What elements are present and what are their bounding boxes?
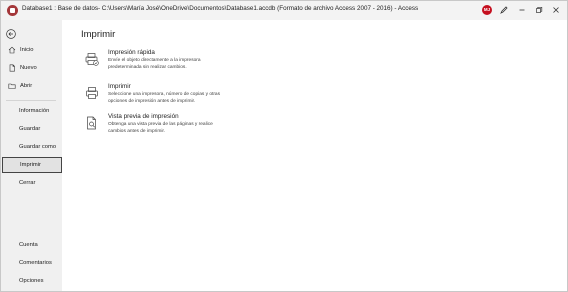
window-title: Database1 : Base de datos- C:\Users\Marí…: [22, 5, 419, 12]
page-title: Imprimir: [81, 29, 116, 40]
option-description: Seleccione una impresora, número de copi…: [108, 92, 220, 104]
option-title: Imprimir: [108, 83, 131, 90]
quick-print-option[interactable]: Impresión rápida Envíe el objeto directa…: [85, 49, 265, 75]
sidebar-item-label: Cerrar: [19, 180, 36, 186]
title-bar: Database1 : Base de datos- C:\Users\Marí…: [1, 1, 567, 20]
sidebar-item-informacion[interactable]: Información: [1, 103, 62, 119]
folder-icon: [7, 82, 16, 91]
restore-button[interactable]: [533, 4, 545, 16]
sidebar-item-guardar[interactable]: Guardar: [1, 121, 62, 137]
sidebar-item-label: Imprimir: [20, 162, 41, 168]
sidebar-divider: [6, 100, 56, 101]
sidebar-item-imprimir[interactable]: Imprimir: [2, 157, 62, 173]
print-preview-option[interactable]: Vista previa de impresión Obtenga una vi…: [85, 113, 265, 139]
home-icon: [7, 46, 16, 55]
option-title: Vista previa de impresión: [108, 113, 179, 120]
sidebar-item-label: Cuenta: [19, 242, 38, 248]
close-button[interactable]: [550, 4, 562, 16]
new-document-icon: [7, 64, 16, 73]
option-title: Impresión rápida: [108, 49, 155, 56]
sidebar-item-label: Guardar: [19, 126, 41, 132]
user-avatar[interactable]: MJ: [482, 5, 492, 15]
sidebar-item-cuenta[interactable]: Cuenta: [1, 237, 62, 253]
sidebar-item-comentarios[interactable]: Comentarios: [1, 255, 62, 271]
sidebar-item-guardar-como[interactable]: Guardar como: [1, 139, 62, 155]
sidebar-item-label: Nuevo: [20, 65, 37, 71]
printer-icon: [85, 86, 99, 100]
access-backstage-window: Database1 : Base de datos- C:\Users\Marí…: [0, 0, 568, 292]
sidebar-item-abrir[interactable]: Abrir: [1, 78, 62, 94]
quick-print-icon: [85, 52, 99, 66]
option-description: Envíe el objeto directamente a la impres…: [108, 58, 201, 70]
sidebar-item-nuevo[interactable]: Nuevo: [1, 60, 62, 76]
sidebar-item-inicio[interactable]: Inicio: [1, 42, 62, 58]
pen-icon[interactable]: [498, 4, 510, 16]
print-preview-icon: [85, 116, 99, 130]
minimize-button[interactable]: [516, 4, 528, 16]
sidebar-item-label: Opciones: [19, 278, 44, 284]
sidebar-item-label: Información: [19, 108, 50, 114]
backstage-sidebar: Inicio Nuevo Abrir Información Guardar G…: [1, 20, 62, 291]
print-option[interactable]: Imprimir Seleccione una impresora, númer…: [85, 83, 265, 109]
access-app-icon: [7, 5, 18, 16]
back-arrow-icon[interactable]: [6, 26, 16, 39]
sidebar-item-label: Inicio: [20, 47, 34, 53]
sidebar-item-label: Comentarios: [19, 260, 52, 266]
sidebar-item-cerrar[interactable]: Cerrar: [1, 175, 62, 191]
sidebar-item-label: Guardar como: [19, 144, 57, 150]
sidebar-item-label: Abrir: [20, 83, 33, 89]
option-description: Obtenga una vista previa de las páginas …: [108, 122, 213, 134]
sidebar-item-opciones[interactable]: Opciones: [1, 273, 62, 289]
